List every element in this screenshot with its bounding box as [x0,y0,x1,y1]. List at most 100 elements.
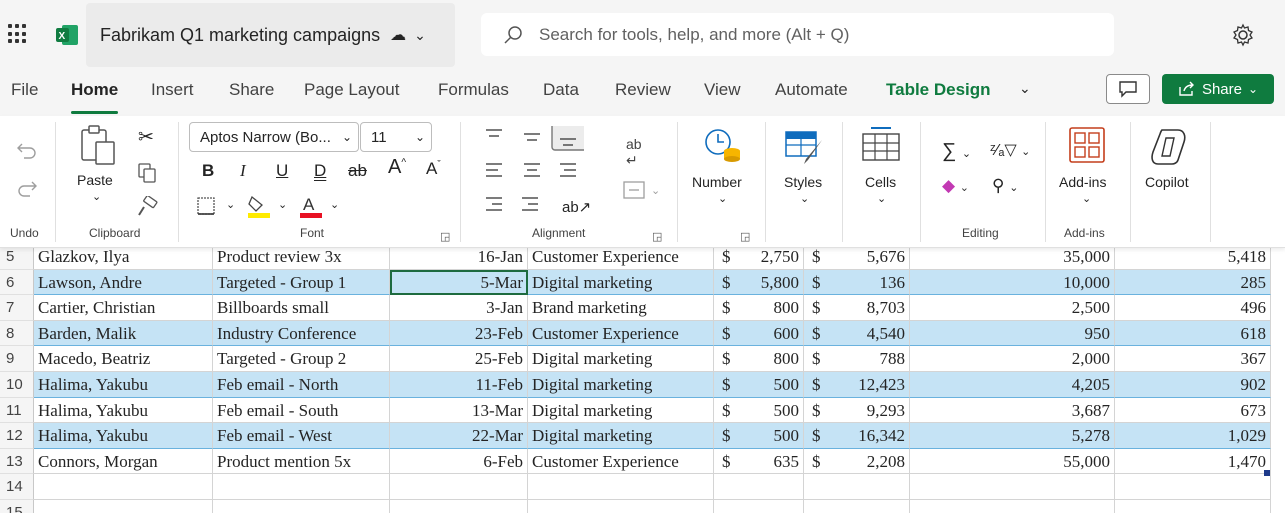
copilot-icon[interactable] [1148,126,1192,166]
cell-conv[interactable]: 673 [1115,397,1271,424]
cell-reach[interactable] [910,474,1115,500]
chevron-down-icon[interactable]: ⌄ [92,190,101,203]
cell-reach[interactable]: 4,205 [910,372,1115,398]
cell-date[interactable]: 25-Feb [390,346,528,372]
font-name-dropdown[interactable]: Aptos Narrow (Bo... ⌄ [189,122,359,152]
cell-cost[interactable]: $5,800 [714,269,804,296]
cell-campaign[interactable]: Targeted - Group 1 [213,269,390,296]
cell-rev[interactable] [804,500,910,513]
cell-category[interactable]: Customer Experience [528,448,714,475]
cell-category[interactable]: Customer Experience [528,320,714,347]
font-color-icon[interactable]: A [298,193,324,219]
tab-automate[interactable]: Automate [775,80,848,106]
italic-icon[interactable]: I [240,161,246,181]
copy-icon[interactable] [136,162,158,184]
cell-rev[interactable]: $16,342 [804,423,910,449]
cell-category[interactable] [528,474,714,500]
cell-campaign[interactable] [213,500,390,513]
wrap-text-icon[interactable]: ab ↵ [626,136,642,169]
cell-cost[interactable] [714,500,804,513]
row-header[interactable]: 8 [0,320,34,347]
dialog-launcher-icon[interactable]: ◲ [440,230,450,243]
cell-name[interactable] [34,474,213,500]
number-format-icon[interactable] [702,124,744,166]
row-header[interactable]: 13 [0,448,34,475]
copilot-label[interactable]: Copilot [1145,174,1189,190]
cell-conv[interactable]: 902 [1115,372,1271,398]
spreadsheet-grid[interactable]: 5 Glazkov, Ilya Product review 3x 16-Jan Cus… [0,244,1285,513]
document-title[interactable]: Fabrikam Q1 marketing campaigns ☁ ⌄ [86,3,455,67]
cell-date[interactable]: 13-Mar [390,397,528,424]
cell-date[interactable]: 22-Mar [390,423,528,449]
chevron-down-icon[interactable]: ⌄ [800,192,809,205]
strikethrough-icon[interactable]: ab [348,161,367,181]
cell-rev[interactable]: $12,423 [804,372,910,398]
tab-file[interactable]: File [11,80,38,106]
cell-rev[interactable]: $136 [804,269,910,296]
redo-icon[interactable] [16,178,38,200]
font-size-dropdown[interactable]: 11 ⌄ [360,122,432,152]
search-box[interactable]: Search for tools, help, and more (Alt + … [481,13,1114,56]
chevron-down-icon[interactable]: ⌄ [330,198,339,211]
cell-date[interactable]: 23-Feb [390,320,528,347]
cell-name[interactable]: Barden, Malik [34,320,213,347]
double-underline-icon[interactable]: D [314,161,326,181]
cell-campaign[interactable]: Product mention 5x [213,448,390,475]
cells-icon[interactable] [861,126,901,164]
cell-name[interactable]: Cartier, Christian [34,295,213,321]
clear-eraser-icon[interactable]: ◆ ⌄ [942,176,969,196]
merge-center-icon[interactable]: ⌄ [623,180,663,202]
styles-label[interactable]: Styles [784,174,822,190]
cell-conv[interactable]: 618 [1115,320,1271,347]
row-header[interactable]: 9 [0,346,34,372]
cell-name[interactable]: Lawson, Andre [34,269,213,296]
table-resize-handle[interactable] [1264,470,1270,477]
cell-reach[interactable]: 5,278 [910,423,1115,449]
cell-reach[interactable]: 55,000 [910,448,1115,475]
paste-clipboard-icon[interactable] [78,124,118,168]
tab-formulas[interactable]: Formulas [438,80,509,106]
chevron-down-icon[interactable]: ⌄ [278,198,287,211]
cell-category[interactable]: Digital marketing [528,423,714,449]
cell-campaign[interactable]: Targeted - Group 2 [213,346,390,372]
chevron-down-icon[interactable]: ⌄ [718,192,727,205]
dialog-launcher-icon[interactable]: ◲ [652,230,662,243]
add-ins-icon[interactable] [1068,126,1106,164]
cell-category[interactable]: Digital marketing [528,397,714,424]
row-header[interactable]: 11 [0,397,34,424]
cell-campaign[interactable]: Billboards small [213,295,390,321]
chevron-down-icon[interactable]: ⌄ [226,198,235,211]
underline-icon[interactable]: U [276,161,288,181]
autosum-icon[interactable]: ∑ ⌄ [942,140,971,163]
app-launcher-icon[interactable] [8,24,28,44]
cell-date[interactable]: 11-Feb [390,372,528,398]
cell-conv[interactable]: 367 [1115,346,1271,372]
cell-category[interactable] [528,500,714,513]
row-header[interactable]: 7 [0,295,34,321]
cell-name[interactable]: Halima, Yakubu [34,423,213,449]
cell-cost[interactable]: $800 [714,346,804,372]
format-painter-icon[interactable] [136,196,158,218]
cell-date[interactable] [390,500,528,513]
cell-conv[interactable]: 1,470 [1115,448,1271,475]
dialog-launcher-icon[interactable]: ◲ [740,230,750,243]
cell-cost[interactable]: $635 [714,448,804,475]
undo-icon[interactable] [16,140,38,162]
cell-rev[interactable] [804,474,910,500]
bold-icon[interactable]: B [202,161,214,181]
cell-date[interactable] [390,474,528,500]
add-ins-label[interactable]: Add-ins [1059,174,1106,190]
cells-label[interactable]: Cells [865,174,896,190]
cut-scissors-icon[interactable]: ✂ [138,126,154,149]
cell-cost[interactable]: $800 [714,295,804,321]
cell-rev[interactable]: $2,208 [804,448,910,475]
tab-insert[interactable]: Insert [151,80,194,106]
cell-conv[interactable]: 1,029 [1115,423,1271,449]
cell-reach[interactable]: 950 [910,320,1115,347]
fill-color-icon[interactable] [246,193,272,219]
cell-category[interactable]: Digital marketing [528,372,714,398]
tab-home[interactable]: Home [71,80,119,114]
cell-date[interactable]: 3-Jan [390,295,528,321]
tab-share[interactable]: Share [229,80,274,106]
comments-button[interactable] [1106,74,1150,104]
